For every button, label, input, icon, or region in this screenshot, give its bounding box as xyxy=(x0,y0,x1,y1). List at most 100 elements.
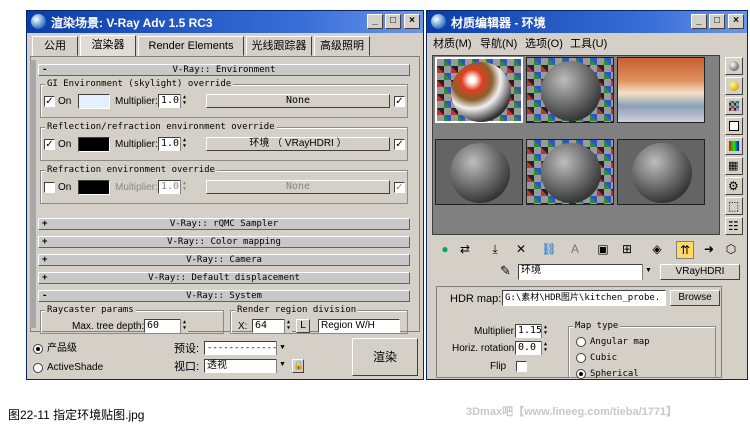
horiz-rotation-spinner[interactable]: 0.0 ▲ ▼ xyxy=(515,341,549,355)
flip-checkbox[interactable] xyxy=(516,361,527,372)
preset-dropdown[interactable]: -------------------▼ xyxy=(204,341,288,365)
go-to-parent-icon[interactable]: ⇈ xyxy=(676,241,694,259)
sample-slot-2[interactable] xyxy=(526,57,614,123)
go-forward-icon[interactable]: ➜ xyxy=(700,241,718,259)
tab-advanced-lighting[interactable]: 高级照明 xyxy=(314,36,370,56)
tab-renderer[interactable]: 渲染器 xyxy=(80,35,136,57)
reflection-map-button[interactable]: 环境 （ VRayHDRI ） xyxy=(206,137,390,151)
material-map-navigator-button[interactable]: ☷ xyxy=(725,217,743,235)
refraction-map-enabled-checkbox[interactable]: ✓ xyxy=(394,182,405,193)
rollout-camera[interactable]: + V-Ray:: Camera xyxy=(38,254,410,266)
viewport-lock-button[interactable]: 🔒 xyxy=(292,359,304,373)
close-button[interactable]: × xyxy=(404,14,420,29)
assign-material-icon[interactable]: ⤓ xyxy=(486,241,504,259)
menu-options[interactable]: 选项(O) xyxy=(525,38,563,50)
reflection-multiplier-spinner[interactable]: 1.0 ▲ ▼ xyxy=(158,137,188,151)
maximize-button[interactable]: □ xyxy=(385,14,401,29)
options-button[interactable]: ⚙ xyxy=(725,177,743,195)
refraction-multiplier-spinner[interactable]: 1.0 ▲ ▼ xyxy=(158,180,188,194)
menu-utilities[interactable]: 工具(U) xyxy=(570,38,607,50)
browse-button[interactable]: Browse xyxy=(670,290,720,306)
region-lock-button[interactable]: L xyxy=(296,319,310,333)
minimize-button[interactable]: _ xyxy=(367,14,383,29)
sample-type-button[interactable] xyxy=(725,57,743,75)
refraction-map-button[interactable]: None xyxy=(206,180,390,194)
refraction-on-checkbox[interactable] xyxy=(44,182,55,193)
gi-on-checkbox[interactable]: ✓ xyxy=(44,96,55,107)
region-x-spinner[interactable]: 64 ▲ ▼ xyxy=(252,319,292,333)
eyedropper-icon[interactable]: ✎ xyxy=(500,264,511,278)
max-tree-depth-spinner[interactable]: 60 ▲ ▼ xyxy=(144,319,188,333)
material-effects-icon[interactable]: ▣ xyxy=(594,241,612,259)
region-mode-dropdown[interactable]: Region W/H xyxy=(318,319,400,333)
horiz-rotation-arrows[interactable]: ▲ ▼ xyxy=(541,341,549,355)
reflection-multiplier-arrows[interactable]: ▲ ▼ xyxy=(180,137,188,151)
radio-cubic[interactable] xyxy=(576,353,586,363)
gi-multiplier-arrows[interactable]: ▲ ▼ xyxy=(180,94,188,108)
sample-slot-3[interactable] xyxy=(617,57,705,123)
sample-slot-5[interactable] xyxy=(526,139,614,205)
max-tree-depth-arrows[interactable]: ▲ ▼ xyxy=(180,319,188,333)
hdr-map-path-field[interactable]: G:\素材\HDR图片\kitchen_probe. xyxy=(502,290,666,306)
rollout-rqmc-sampler[interactable]: + V-Ray:: rQMC Sampler xyxy=(38,218,410,230)
rollout-environment[interactable]: - V-Ray:: Environment xyxy=(38,64,410,76)
put-to-library-icon[interactable]: A xyxy=(566,241,584,259)
gi-on-label: On xyxy=(58,96,72,107)
gi-color-swatch[interactable] xyxy=(78,94,110,109)
menu-navigation[interactable]: 导航(N) xyxy=(480,38,517,50)
show-map-icon[interactable]: ⊞ xyxy=(618,241,636,259)
gi-multiplier-spinner[interactable]: 1.0 ▲ ▼ xyxy=(158,94,188,108)
panel-scrollbar[interactable] xyxy=(30,60,36,328)
hdr-multiplier-spinner[interactable]: 1.15 ▲ ▼ xyxy=(515,324,549,338)
refraction-color-swatch[interactable] xyxy=(78,180,110,195)
reset-map-icon[interactable]: ✕ xyxy=(512,241,530,259)
sample-slot-6[interactable] xyxy=(617,139,705,205)
make-unique-icon[interactable]: ⛓ xyxy=(540,241,558,259)
map-name-field[interactable]: 环境 ▼ xyxy=(518,264,654,280)
rollout-color-mapping[interactable]: + V-Ray:: Color mapping xyxy=(38,236,410,248)
refraction-multiplier-arrows[interactable]: ▲ ▼ xyxy=(180,180,188,194)
viewport-dropdown[interactable]: 透视 ▼ xyxy=(204,359,288,373)
hdr-multiplier-arrows[interactable]: ▲ ▼ xyxy=(541,324,549,338)
pick-material-icon[interactable]: ⬡ xyxy=(722,241,740,259)
map-name-dropdown-arrow[interactable]: ▼ xyxy=(642,264,654,280)
render-window-titlebar[interactable]: 渲染场景: V-Ray Adv 1.5 RC3 xyxy=(27,11,423,33)
reflection-on-checkbox[interactable]: ✓ xyxy=(44,139,55,150)
render-button[interactable]: 渲染 xyxy=(352,338,418,376)
show-end-result-icon[interactable]: ◈ xyxy=(648,241,666,259)
select-by-material-button[interactable]: ⬚ xyxy=(725,197,743,215)
region-x-arrows[interactable]: ▲ ▼ xyxy=(284,319,292,333)
video-color-check-button[interactable] xyxy=(725,137,743,155)
rollout-system[interactable]: - V-Ray:: System xyxy=(38,290,410,302)
background-button[interactable] xyxy=(725,97,743,115)
radio-activeshade[interactable] xyxy=(33,363,43,373)
radio-spherical[interactable] xyxy=(576,369,586,379)
me-maximize-button[interactable]: □ xyxy=(709,14,725,29)
tab-common[interactable]: 公用 xyxy=(32,36,78,56)
reflection-color-swatch[interactable] xyxy=(78,137,110,152)
menu-material[interactable]: 材质(M) xyxy=(433,38,472,50)
preset-dropdown-arrow[interactable]: ▼ xyxy=(276,341,288,355)
reflection-map-enabled-checkbox[interactable]: ✓ xyxy=(394,139,405,150)
sample-uv-tiling-button[interactable] xyxy=(725,117,743,135)
rollout-default-displacement[interactable]: + V-Ray:: Default displacement xyxy=(38,272,410,284)
sample-slot-1[interactable] xyxy=(435,57,523,123)
backlight-button[interactable] xyxy=(725,77,743,95)
map-type-button[interactable]: VRayHDRI xyxy=(660,264,740,280)
make-preview-button[interactable]: ▦ xyxy=(725,157,743,175)
get-material-icon[interactable]: ● xyxy=(436,241,454,259)
radio-angular-map[interactable] xyxy=(576,337,586,347)
put-to-scene-icon[interactable]: ⇄ xyxy=(456,241,474,259)
tab-raytracer[interactable]: 光线跟踪器 xyxy=(246,36,312,56)
cubic-label: Cubic xyxy=(590,353,618,363)
gi-map-button[interactable]: None xyxy=(206,94,390,108)
viewport-dropdown-arrow[interactable]: ▼ xyxy=(276,359,288,373)
sphere-icon xyxy=(729,61,739,71)
sample-slot-4[interactable] xyxy=(435,139,523,205)
me-minimize-button[interactable]: _ xyxy=(691,14,707,29)
radio-production[interactable] xyxy=(33,344,43,354)
gi-map-enabled-checkbox[interactable]: ✓ xyxy=(394,96,405,107)
horiz-rotation-label: Horiz. rotation: xyxy=(452,343,518,354)
tab-render-elements[interactable]: Render Elements xyxy=(138,36,244,56)
me-close-button[interactable]: × xyxy=(728,14,744,29)
